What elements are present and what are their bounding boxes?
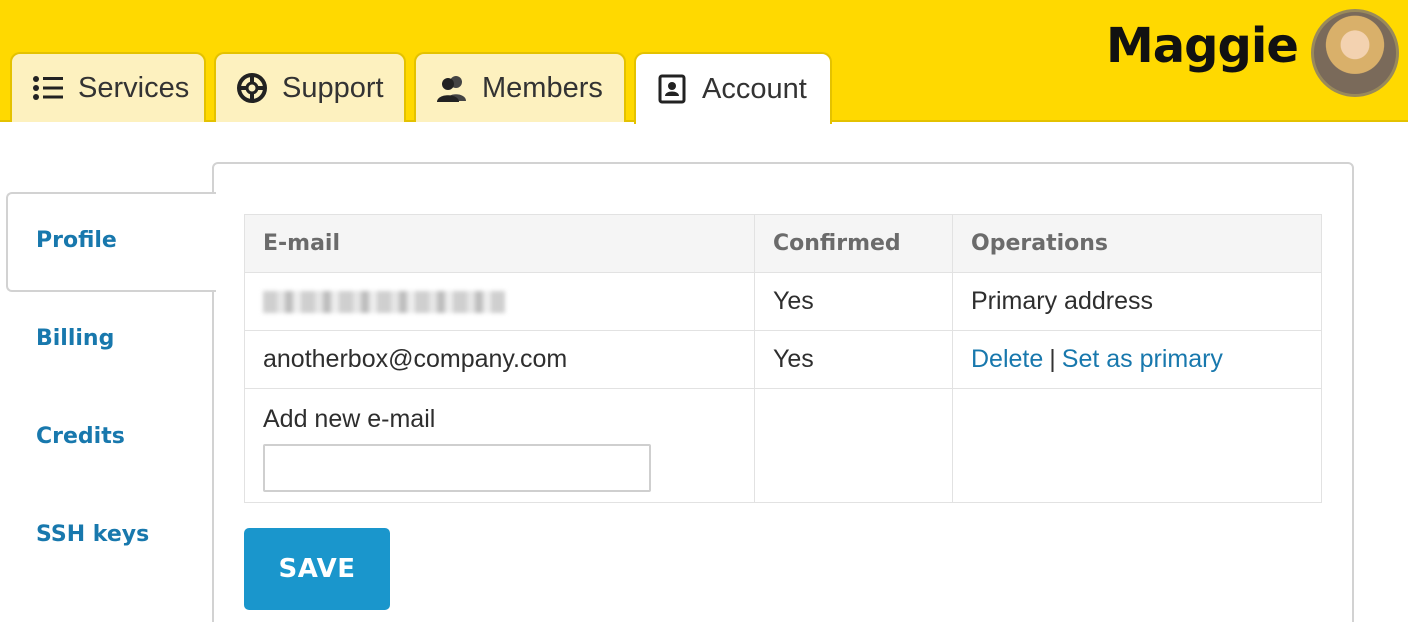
confirmed-cell: Yes xyxy=(754,272,953,331)
add-email-label: Add new e-mail xyxy=(263,405,436,433)
contact-card-icon xyxy=(656,73,688,105)
confirmed-cell: Yes xyxy=(754,330,953,389)
table-row: Yes Primary address xyxy=(244,272,1322,331)
new-email-input[interactable] xyxy=(263,444,651,492)
column-header-operations: Operations xyxy=(952,214,1322,273)
tab-label: Account xyxy=(702,72,807,105)
sidebar-item-profile[interactable]: Profile xyxy=(36,228,117,253)
tab-services[interactable]: Services xyxy=(10,52,206,122)
tab-support[interactable]: Support xyxy=(214,52,406,122)
set-as-primary-link[interactable]: Set as primary xyxy=(1062,345,1223,373)
delete-link[interactable]: Delete xyxy=(971,345,1043,373)
users-icon xyxy=(436,72,468,104)
column-header-email: E-mail xyxy=(244,214,755,273)
user-name: Maggie xyxy=(1106,18,1299,74)
tab-label: Members xyxy=(482,71,603,104)
emails-table: E-mail Confirmed Operations Yes Primary … xyxy=(244,214,1322,503)
sidebar-item-ssh-keys[interactable]: SSH keys xyxy=(36,522,149,547)
tab-label: Support xyxy=(282,71,384,104)
redacted-email xyxy=(263,291,505,314)
tab-label: Services xyxy=(78,71,190,104)
save-button[interactable]: SAVE xyxy=(244,528,390,610)
table-header-row: E-mail Confirmed Operations xyxy=(244,214,1322,273)
list-icon xyxy=(32,72,64,104)
add-email-row: Add new e-mail xyxy=(244,388,1322,503)
email-cell xyxy=(244,272,755,331)
avatar[interactable] xyxy=(1311,9,1399,97)
table-row: anotherbox@company.com Yes Delete | Set as… xyxy=(244,330,1322,389)
operations-cell: Delete | Set as primary xyxy=(952,330,1322,389)
empty-cell xyxy=(952,388,1322,503)
tab-members[interactable]: Members xyxy=(414,52,626,122)
lifebuoy-icon xyxy=(236,72,268,104)
operations-cell: Primary address xyxy=(952,272,1322,331)
sidebar-item-credits[interactable]: Credits xyxy=(36,424,125,449)
link-separator: | xyxy=(1049,345,1056,373)
sidebar-item-billing[interactable]: Billing xyxy=(36,326,114,351)
tab-account[interactable]: Account xyxy=(634,52,832,124)
column-header-confirmed: Confirmed xyxy=(754,214,953,273)
empty-cell xyxy=(754,388,953,503)
email-cell: anotherbox@company.com xyxy=(244,330,755,389)
add-email-cell: Add new e-mail xyxy=(244,388,755,503)
